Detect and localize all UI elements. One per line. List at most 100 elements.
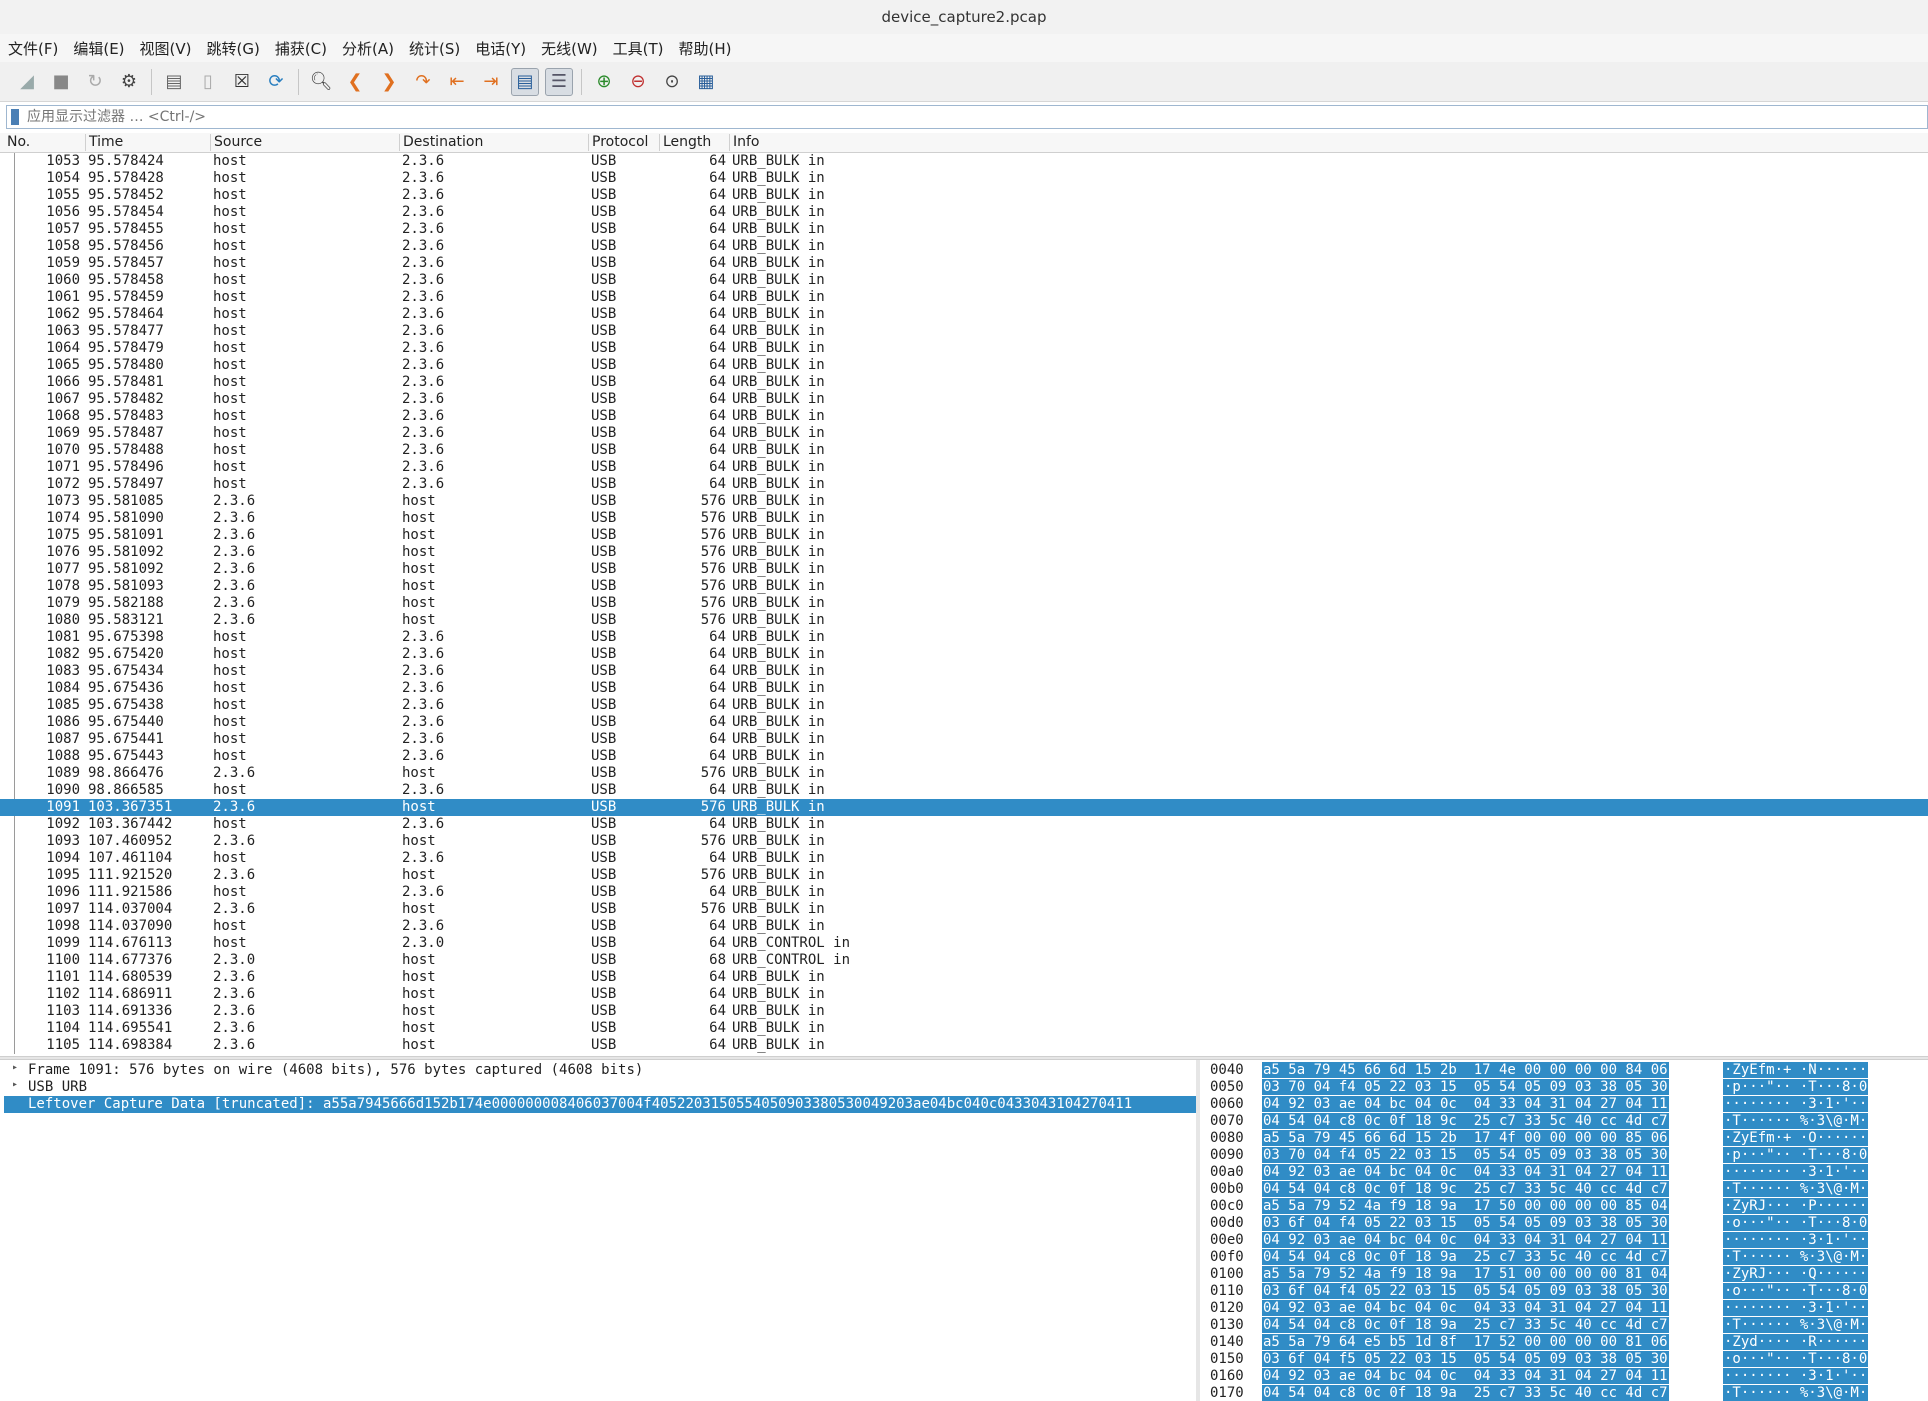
packet-row[interactable]: 1063 95.578477 host 2.3.6 USB 64 URB_BULK in <box>0 323 1928 340</box>
menu-file[interactable]: 文件(F) <box>0 38 65 59</box>
menu-capture[interactable]: 捕获(C) <box>267 38 334 59</box>
packet-row[interactable]: 1062 95.578464 host 2.3.6 USB 64 URB_BULK in <box>0 306 1928 323</box>
packet-row[interactable]: 1081 95.675398 host 2.3.6 USB 64 URB_BULK in <box>0 629 1928 646</box>
packet-details[interactable]: ▸ Frame 1091: 576 bytes on wire (4608 bit… <box>4 1060 1197 1401</box>
col-info[interactable]: Info <box>729 134 760 151</box>
autoscroll-icon[interactable]: ▤ <box>511 67 539 96</box>
bytes-row[interactable]: 00c0 a5 5a 79 52 4a f9 18 9a 17 50 00 00 … <box>1200 1198 1928 1215</box>
packet-row[interactable]: 1102 114.686911 2.3.6 host USB 64 URB_BULK in <box>0 986 1928 1003</box>
go-to-packet-icon[interactable]: ↷ <box>409 68 437 96</box>
menu-view[interactable]: 视图(V) <box>132 38 199 59</box>
detail-row[interactable]: ▸ Frame 1091: 576 bytes on wire (4608 bit… <box>4 1062 1196 1079</box>
packet-row[interactable]: 1061 95.578459 host 2.3.6 USB 64 URB_BULK in <box>0 289 1928 306</box>
first-packet-icon[interactable]: ⇤ <box>443 68 471 96</box>
packet-row[interactable]: 1088 95.675443 host 2.3.6 USB 64 URB_BULK in <box>0 748 1928 765</box>
packet-row[interactable]: 1053 95.578424 host 2.3.6 USB 64 URB_BULK in <box>0 153 1928 170</box>
packet-row[interactable]: 1090 98.866585 host 2.3.6 USB 64 URB_BULK in <box>0 782 1928 799</box>
packet-row[interactable]: 1100 114.677376 2.3.0 host USB 68 URB_CONTROL … <box>0 952 1928 969</box>
detail-row[interactable]: Leftover Capture Data [truncated]: a55a7… <box>4 1096 1196 1113</box>
packet-row[interactable]: 1083 95.675434 host 2.3.6 USB 64 URB_BULK in <box>0 663 1928 680</box>
packet-row[interactable]: 1082 95.675420 host 2.3.6 USB 64 URB_BULK in <box>0 646 1928 663</box>
col-length[interactable]: Length <box>659 134 711 151</box>
packet-row[interactable]: 1078 95.581093 2.3.6 host USB 576 URB_BULK in <box>0 578 1928 595</box>
menu-go[interactable]: 跳转(G) <box>199 38 267 59</box>
zoom-out-icon[interactable]: ⊖ <box>624 68 652 96</box>
find-packet-icon[interactable]: 🔍︎ <box>307 68 335 96</box>
resize-columns-icon[interactable]: ▦ <box>692 68 720 96</box>
packet-row[interactable]: 1094 107.461104 host 2.3.6 USB 64 URB_BULK in <box>0 850 1928 867</box>
packet-row[interactable]: 1054 95.578428 host 2.3.6 USB 64 URB_BULK in <box>0 170 1928 187</box>
bytes-row[interactable]: 0050 03 70 04 f4 05 22 03 15 05 54 05 09 … <box>1200 1079 1928 1096</box>
bytes-row[interactable]: 0150 03 6f 04 f5 05 22 03 15 05 54 05 09 … <box>1200 1351 1928 1368</box>
packet-row[interactable]: 1099 114.676113 host 2.3.0 USB 64 URB_CONTROL … <box>0 935 1928 952</box>
col-destination[interactable]: Destination <box>399 134 483 151</box>
expand-arrow-icon[interactable]: ▸ <box>12 1062 18 1073</box>
col-no[interactable]: No. <box>4 134 30 151</box>
packet-row[interactable]: 1068 95.578483 host 2.3.6 USB 64 URB_BULK in <box>0 408 1928 425</box>
packet-row[interactable]: 1080 95.583121 2.3.6 host USB 576 URB_BULK in <box>0 612 1928 629</box>
packet-row[interactable]: 1101 114.680539 2.3.6 host USB 64 URB_BULK in <box>0 969 1928 986</box>
packet-row[interactable]: 1060 95.578458 host 2.3.6 USB 64 URB_BULK in <box>0 272 1928 289</box>
menu-statistics[interactable]: 统计(S) <box>401 38 467 59</box>
packet-row[interactable]: 1086 95.675440 host 2.3.6 USB 64 URB_BULK in <box>0 714 1928 731</box>
save-file-icon[interactable]: ▯ <box>194 68 222 96</box>
bytes-row[interactable]: 0160 04 92 03 ae 04 bc 04 0c 04 33 04 31 … <box>1200 1368 1928 1385</box>
bytes-row[interactable]: 00e0 04 92 03 ae 04 bc 04 0c 04 33 04 31 … <box>1200 1232 1928 1249</box>
packet-bytes[interactable]: 0040 a5 5a 79 45 66 6d 15 2b 17 4e 00 00 … <box>1200 1060 1928 1401</box>
packet-row[interactable]: 1069 95.578487 host 2.3.6 USB 64 URB_BULK in <box>0 425 1928 442</box>
packet-row[interactable]: 1079 95.582188 2.3.6 host USB 576 URB_BULK in <box>0 595 1928 612</box>
packet-row[interactable]: 1067 95.578482 host 2.3.6 USB 64 URB_BULK in <box>0 391 1928 408</box>
bytes-row[interactable]: 0060 04 92 03 ae 04 bc 04 0c 04 33 04 31 … <box>1200 1096 1928 1113</box>
menu-tools[interactable]: 工具(T) <box>605 38 671 59</box>
display-filter-input[interactable] <box>25 108 1829 126</box>
packet-row[interactable]: 1058 95.578456 host 2.3.6 USB 64 URB_BULK in <box>0 238 1928 255</box>
bytes-row[interactable]: 00f0 04 54 04 c8 0c 0f 18 9a 25 c7 33 5c … <box>1200 1249 1928 1266</box>
bytes-row[interactable]: 00a0 04 92 03 ae 04 bc 04 0c 04 33 04 31 … <box>1200 1164 1928 1181</box>
bytes-row[interactable]: 0130 04 54 04 c8 0c 0f 18 9a 25 c7 33 5c … <box>1200 1317 1928 1334</box>
packet-row[interactable]: 1055 95.578452 host 2.3.6 USB 64 URB_BULK in <box>0 187 1928 204</box>
packet-row[interactable]: 1096 111.921586 host 2.3.6 USB 64 URB_BULK in <box>0 884 1928 901</box>
go-forward-icon[interactable]: ❯ <box>375 68 403 96</box>
packet-list[interactable]: 1053 95.578424 host 2.3.6 USB 64 URB_BULK in 10… <box>0 153 1928 1055</box>
col-source[interactable]: Source <box>210 134 262 151</box>
packet-row[interactable]: 1087 95.675441 host 2.3.6 USB 64 URB_BULK in <box>0 731 1928 748</box>
packet-row[interactable]: 1097 114.037004 2.3.6 host USB 576 URB_BULK in <box>0 901 1928 918</box>
bytes-row[interactable]: 0070 04 54 04 c8 0c 0f 18 9c 25 c7 33 5c … <box>1200 1113 1928 1130</box>
col-time[interactable]: Time <box>85 134 123 151</box>
start-capture-icon[interactable]: ◢ <box>13 68 41 96</box>
expand-arrow-icon[interactable]: ▸ <box>12 1079 18 1090</box>
packet-row[interactable]: 1071 95.578496 host 2.3.6 USB 64 URB_BULK in <box>0 459 1928 476</box>
menu-help[interactable]: 帮助(H) <box>671 38 739 59</box>
stop-capture-icon[interactable]: ■ <box>47 68 75 96</box>
bytes-row[interactable]: 0170 04 54 04 c8 0c 0f 18 9a 25 c7 33 5c … <box>1200 1385 1928 1401</box>
menu-analyze[interactable]: 分析(A) <box>334 38 401 59</box>
bookmark-icon[interactable] <box>11 109 19 125</box>
normal-size-icon[interactable]: ⊙ <box>658 68 686 96</box>
bytes-row[interactable]: 0110 03 6f 04 f4 05 22 03 15 05 54 05 09 … <box>1200 1283 1928 1300</box>
restart-capture-icon[interactable]: ↻ <box>81 68 109 96</box>
bytes-row[interactable]: 0120 04 92 03 ae 04 bc 04 0c 04 33 04 31 … <box>1200 1300 1928 1317</box>
packet-row[interactable]: 1077 95.581092 2.3.6 host USB 576 URB_BULK in <box>0 561 1928 578</box>
packet-row[interactable]: 1057 95.578455 host 2.3.6 USB 64 URB_BULK in <box>0 221 1928 238</box>
col-protocol[interactable]: Protocol <box>588 134 648 151</box>
packet-row[interactable]: 1076 95.581092 2.3.6 host USB 576 URB_BULK in <box>0 544 1928 561</box>
menu-edit[interactable]: 编辑(E) <box>65 38 131 59</box>
packet-row[interactable]: 1065 95.578480 host 2.3.6 USB 64 URB_BULK in <box>0 357 1928 374</box>
packet-row[interactable]: 1091 103.367351 2.3.6 host USB 576 URB_BULK in <box>0 799 1928 816</box>
bytes-row[interactable]: 0100 a5 5a 79 52 4a f9 18 9a 17 51 00 00 … <box>1200 1266 1928 1283</box>
bytes-row[interactable]: 0080 a5 5a 79 45 66 6d 15 2b 17 4f 00 00 … <box>1200 1130 1928 1147</box>
packet-row[interactable]: 1103 114.691336 2.3.6 host USB 64 URB_BULK in <box>0 1003 1928 1020</box>
packet-row[interactable]: 1105 114.698384 2.3.6 host USB 64 URB_BULK in <box>0 1037 1928 1054</box>
detail-row[interactable]: ▸ USB URB <box>4 1079 1196 1096</box>
packet-row[interactable]: 1092 103.367442 host 2.3.6 USB 64 URB_BULK in <box>0 816 1928 833</box>
open-file-icon[interactable]: ▤ <box>160 68 188 96</box>
bytes-row[interactable]: 0140 a5 5a 79 64 e5 b5 1d 8f 17 52 00 00 … <box>1200 1334 1928 1351</box>
packet-row[interactable]: 1084 95.675436 host 2.3.6 USB 64 URB_BULK in <box>0 680 1928 697</box>
packet-row[interactable]: 1066 95.578481 host 2.3.6 USB 64 URB_BULK in <box>0 374 1928 391</box>
packet-row[interactable]: 1104 114.695541 2.3.6 host USB 64 URB_BULK in <box>0 1020 1928 1037</box>
packet-row[interactable]: 1075 95.581091 2.3.6 host USB 576 URB_BULK in <box>0 527 1928 544</box>
packet-row[interactable]: 1056 95.578454 host 2.3.6 USB 64 URB_BULK in <box>0 204 1928 221</box>
last-packet-icon[interactable]: ⇥ <box>477 68 505 96</box>
packet-row[interactable]: 1098 114.037090 host 2.3.6 USB 64 URB_BULK in <box>0 918 1928 935</box>
packet-row[interactable]: 1064 95.578479 host 2.3.6 USB 64 URB_BULK in <box>0 340 1928 357</box>
